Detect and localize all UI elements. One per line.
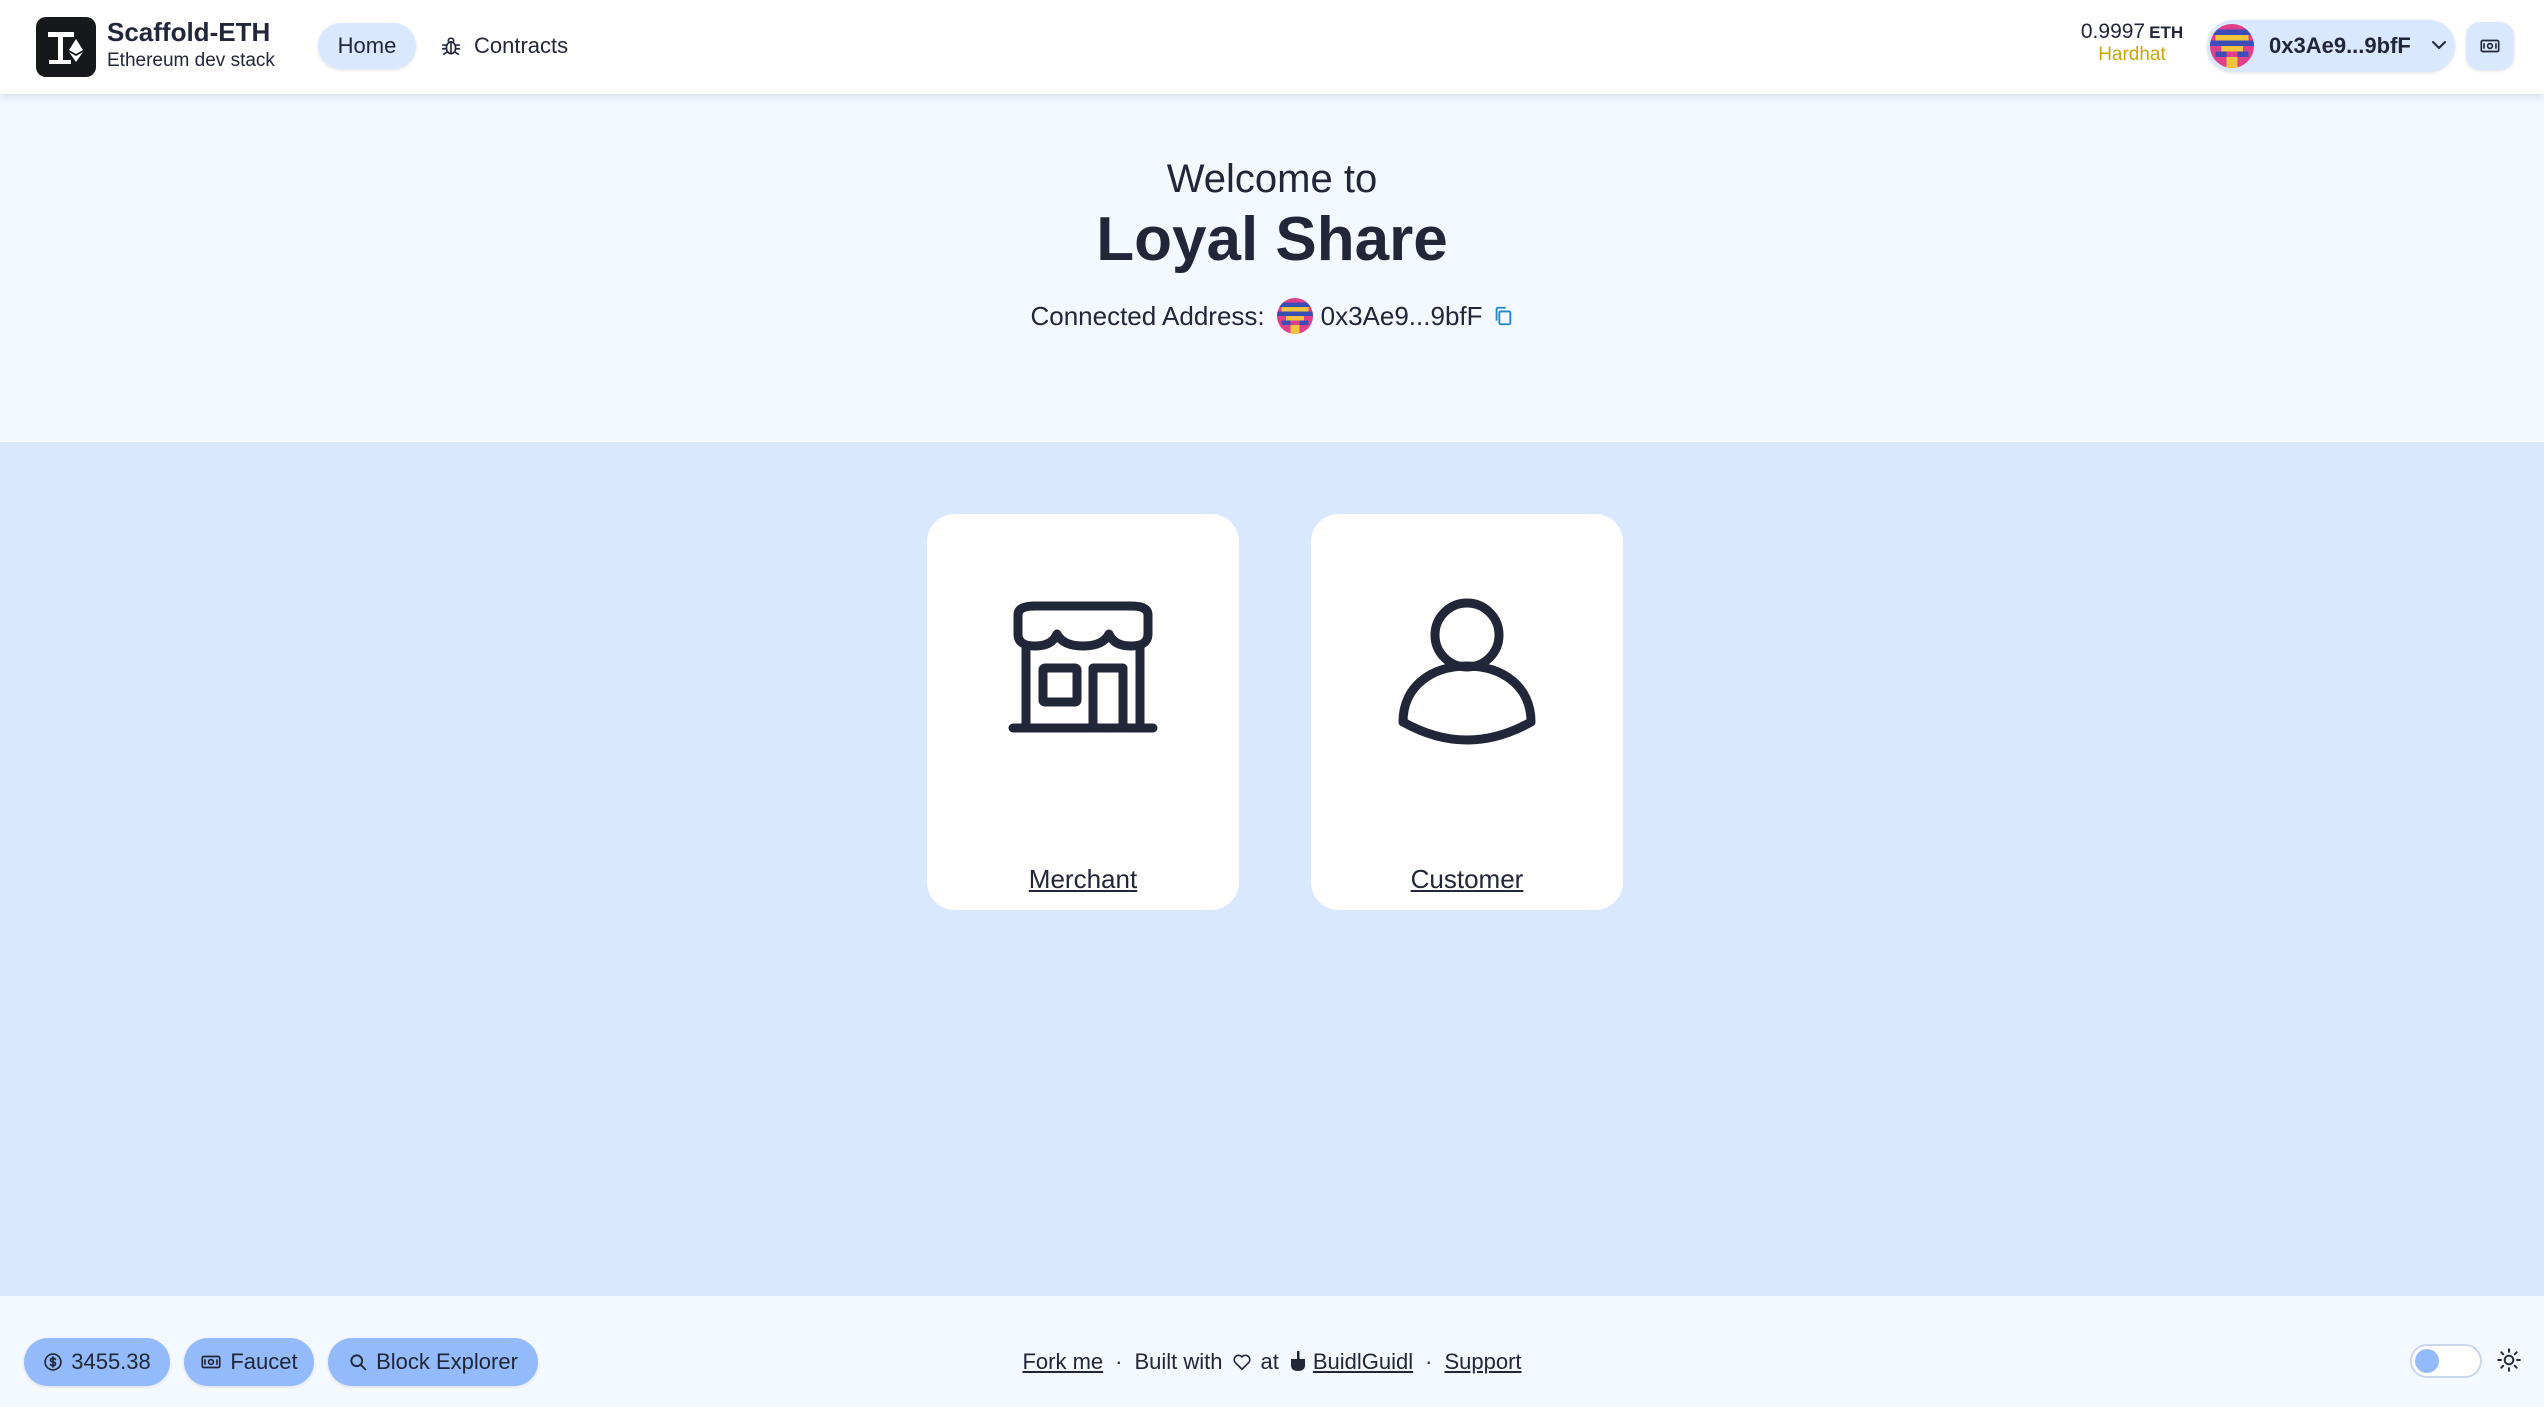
nav-home-link[interactable]: Home — [318, 23, 416, 69]
account-address: 0x3Ae9...9bfF — [2269, 33, 2411, 58]
nav-contracts-link[interactable]: Contracts — [440, 23, 568, 69]
theme-toggle[interactable] — [2410, 1344, 2482, 1378]
copy-icon[interactable] — [1492, 305, 1514, 327]
welcome-text: Welcome to — [1166, 157, 1378, 201]
hero-section: Welcome to Loyal Share Connected Address… — [0, 94, 2544, 442]
customer-card[interactable]: Customer — [1311, 514, 1623, 910]
connected-address-value[interactable]: 0x3Ae9...9bfF — [1321, 301, 1483, 332]
at-text: at — [1260, 1349, 1279, 1374]
account-dropdown-button[interactable]: 0x3Ae9...9bfF — [2207, 20, 2455, 72]
nav-home-label: Home — [337, 33, 397, 58]
balance-unit: ETH — [2149, 23, 2184, 42]
qr-code-icon — [2479, 35, 2501, 57]
brand-subtitle: Ethereum dev stack — [107, 50, 275, 71]
wallet-balance[interactable]: 0.9997 ETH Hardhat — [2070, 20, 2194, 66]
connected-address-label: Connected Address: — [1030, 300, 1265, 331]
footer-links: Fork me · Built with at BuidlGuidl · Sup… — [0, 1338, 2544, 1386]
heart-icon — [1231, 1351, 1253, 1373]
balance-line: 0.9997 ETH — [2070, 20, 2194, 44]
merchant-label: Merchant — [1028, 864, 1138, 894]
brand-title[interactable]: Scaffold-ETH — [107, 17, 270, 48]
buidlguidl-link[interactable]: BuidlGuidl — [1313, 1349, 1413, 1375]
bug-icon — [440, 35, 462, 57]
main-content: Merchant Customer — [0, 442, 2544, 1296]
toggle-knob — [2415, 1349, 2439, 1373]
merchant-link[interactable]: Merchant — [927, 864, 1239, 895]
nav-contracts-label: Contracts — [474, 33, 569, 58]
merchant-card[interactable]: Merchant — [927, 514, 1239, 910]
user-icon — [1377, 578, 1557, 763]
customer-label: Customer — [1410, 864, 1524, 894]
scaffold-logo-icon[interactable] — [36, 17, 96, 77]
fork-me-link[interactable]: Fork me — [1022, 1349, 1103, 1375]
footer: 3455.38 Faucet Block Explorer Fork me · … — [0, 1296, 2544, 1407]
separator: · — [1115, 1349, 1123, 1374]
separator: · — [1425, 1349, 1433, 1374]
built-with-text: Built with — [1134, 1349, 1223, 1374]
customer-link[interactable]: Customer — [1311, 864, 1623, 895]
connected-address-row: Connected Address: 0x3Ae9...9bfF — [0, 298, 2544, 334]
chevron-down-icon — [2429, 35, 2449, 60]
sun-icon — [2496, 1347, 2522, 1378]
network-name: Hardhat — [2098, 44, 2166, 65]
buidlguidl-icon — [1289, 1350, 1307, 1374]
balance-amount: 0.9997 — [2080, 20, 2146, 43]
avatar — [1276, 298, 1313, 334]
avatar — [2210, 24, 2254, 73]
support-link[interactable]: Support — [1444, 1349, 1521, 1375]
qr-code-button[interactable] — [2466, 22, 2514, 70]
top-navbar: Scaffold-ETH Ethereum dev stack Home Con… — [0, 0, 2544, 94]
page-title: Loyal Share — [1096, 205, 1448, 274]
storefront-icon — [993, 578, 1173, 763]
